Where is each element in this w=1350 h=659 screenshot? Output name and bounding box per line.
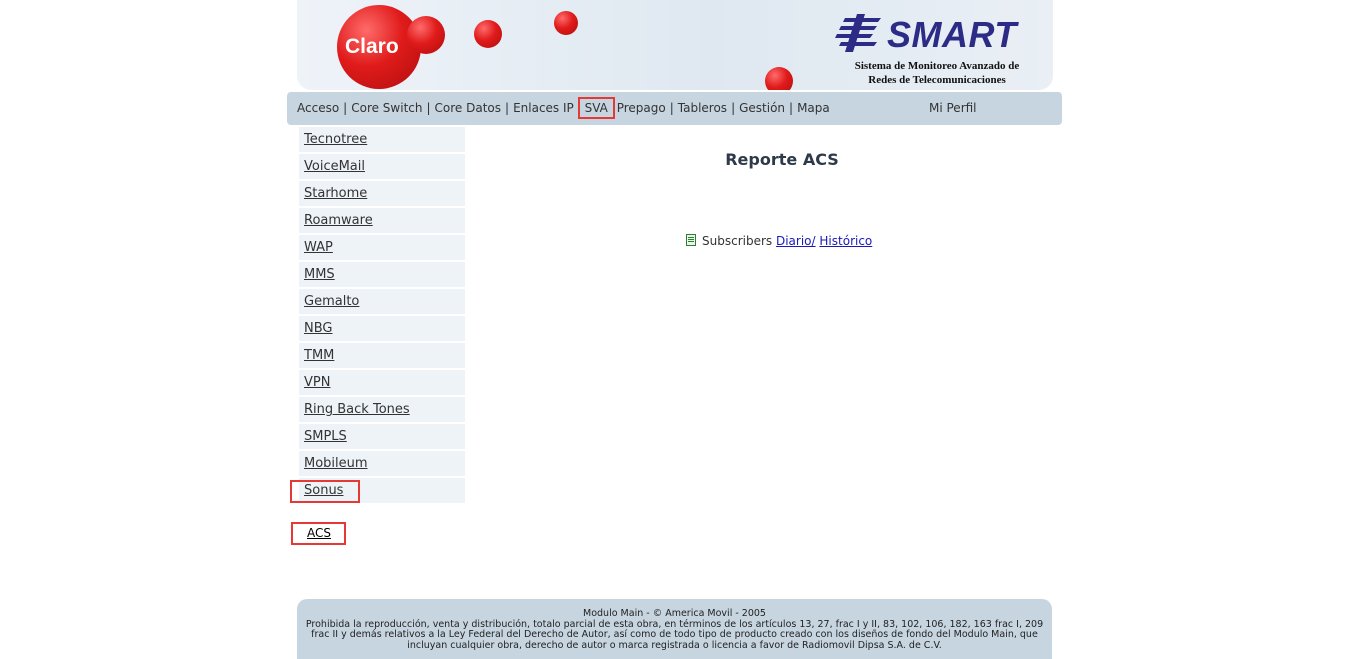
sidebar-link-ring-back-tones[interactable]: Ring Back Tones xyxy=(304,402,410,417)
smart-subtitle-line: Redes de Telecomunicaciones xyxy=(868,74,1006,86)
claro-logo: Claro xyxy=(345,35,399,58)
decorative-ball xyxy=(554,11,578,35)
sidebar-item-gemalto: Gemalto xyxy=(299,289,465,314)
sidebar-link-smpls[interactable]: SMPLS xyxy=(304,429,347,444)
sidebar-item-starhome: Starhome xyxy=(299,181,465,206)
sidebar-link-gemalto[interactable]: Gemalto xyxy=(304,294,359,309)
smart-logo-text: SMART xyxy=(887,14,1017,55)
nav-item-core-datos[interactable]: Core Datos xyxy=(435,101,501,115)
report-row-subscribers: Subscribers Diario/ Histórico xyxy=(686,233,872,248)
nav-item-core-switch[interactable]: Core Switch xyxy=(351,101,422,115)
sidebar-link-tmm[interactable]: TMM xyxy=(304,348,334,363)
sidebar-link-nbg[interactable]: NBG xyxy=(304,321,333,336)
sidebar-item-roamware: Roamware xyxy=(299,208,465,233)
decorative-ball xyxy=(765,67,793,90)
nav-item-mapa[interactable]: Mapa xyxy=(797,101,830,115)
sidebar-item-vpn: VPN xyxy=(299,370,465,395)
decorative-ball xyxy=(474,20,502,48)
nav-item-prepago[interactable]: Prepago xyxy=(617,101,666,115)
sidebar-link-voicemail[interactable]: VoiceMail xyxy=(304,159,365,174)
nav-item-tableros[interactable]: Tableros xyxy=(678,101,727,115)
report-label: Subscribers xyxy=(702,234,773,248)
nav-item-gestion[interactable]: Gestión xyxy=(739,101,785,115)
sidebar-item-voicemail: VoiceMail xyxy=(299,154,465,179)
sidebar-link-mobileum[interactable]: Mobileum xyxy=(304,456,368,471)
link-historico[interactable]: Histórico xyxy=(819,234,872,248)
sidebar-item-tmm: TMM xyxy=(299,343,465,368)
sidebar: Tecnotree VoiceMail Starhome Roamware WA… xyxy=(299,127,465,505)
nav-item-sva[interactable]: SVA xyxy=(577,97,615,119)
sidebar-link-vpn[interactable]: VPN xyxy=(304,375,330,390)
sidebar-item-mms: MMS xyxy=(299,262,465,287)
header-banner: Claro SMART Sistema de Monitoreo Avanzad… xyxy=(297,0,1053,90)
sidebar-item-wap: WAP xyxy=(299,235,465,260)
sidebar-link-mms[interactable]: MMS xyxy=(304,267,335,282)
nav-item-enlaces-ip[interactable]: Enlaces IP xyxy=(513,101,574,115)
sidebar-link-roamware[interactable]: Roamware xyxy=(304,213,373,228)
sidebar-link-starhome[interactable]: Starhome xyxy=(304,186,367,201)
main-nav: Acceso | Core Switch | Core Datos | Enlaces IP… xyxy=(287,92,1062,125)
footer-copyright: Modulo Main - © America Movil - 2005 xyxy=(583,608,766,619)
page-title: Reporte ACS xyxy=(725,150,839,169)
footer: Modulo Main - © America Movil - 2005 Pro… xyxy=(297,599,1052,659)
smart-subtitle: Sistema de Monitoreo Avanzado de Redes d… xyxy=(837,59,1037,87)
report-document-icon xyxy=(686,234,696,246)
sidebar-link-tecnotree[interactable]: Tecnotree xyxy=(304,132,367,147)
sidebar-item-tecnotree: Tecnotree xyxy=(299,127,465,152)
sidebar-item-mobileum: Mobileum xyxy=(299,451,465,476)
link-diario[interactable]: Diario/ xyxy=(776,234,816,248)
nav-links: Acceso | Core Switch | Core Datos | Enlaces IP… xyxy=(297,97,830,119)
highlight-box-sonus xyxy=(290,480,360,503)
smart-subtitle-line: Sistema de Monitoreo Avanzado de xyxy=(854,60,1020,72)
sidebar-item-smpls: SMPLS xyxy=(299,424,465,449)
sidebar-item-ring-back-tones: Ring Back Tones xyxy=(299,397,465,422)
sidebar-sublink-acs[interactable]: ACS xyxy=(307,526,331,540)
sidebar-link-wap[interactable]: WAP xyxy=(304,240,333,255)
footer-legal-text: Prohibida la reproducción, venta y distr… xyxy=(305,618,1044,651)
nav-item-mi-perfil[interactable]: Mi Perfil xyxy=(929,101,977,115)
sidebar-item-nbg: NBG xyxy=(299,316,465,341)
decorative-ball xyxy=(407,16,445,54)
nav-item-acceso[interactable]: Acceso xyxy=(297,101,339,115)
